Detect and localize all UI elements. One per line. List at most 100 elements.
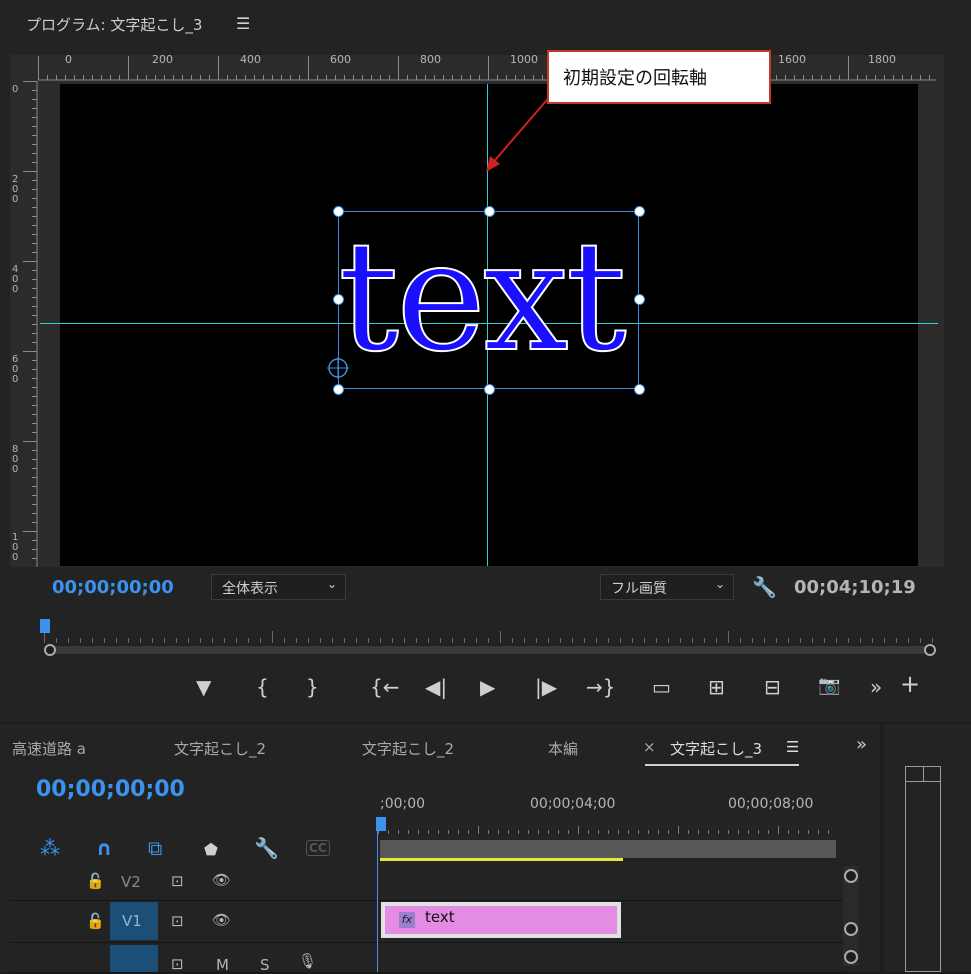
tab-menu-icon[interactable]: ☰ xyxy=(786,738,799,756)
ruler-left: 0 200 400 600 800 100 xyxy=(10,81,38,567)
export-frame-camera-icon[interactable]: 📷 xyxy=(818,675,840,696)
ruler-top-label: 0 xyxy=(65,53,72,66)
timeline-ruler-label: 00;00;08;00 xyxy=(728,796,814,812)
more-buttons-icon[interactable]: » xyxy=(870,675,882,699)
panel-title: プログラム: 文字起こし_3 xyxy=(26,16,203,34)
mute-button[interactable]: M xyxy=(216,956,229,974)
ruler-left-label: 800 xyxy=(12,444,19,475)
program-playhead[interactable] xyxy=(40,619,50,633)
tab-timeline-active[interactable]: 文字起こし_3 xyxy=(670,738,762,759)
program-duration: 00;04;10;19 xyxy=(794,577,916,598)
step-back-button[interactable]: ◀| xyxy=(425,675,447,699)
chevron-down-icon: ⌄ xyxy=(714,577,725,591)
ruler-left-label: 100 xyxy=(12,532,19,563)
ruler-top-label: 600 xyxy=(330,53,351,66)
transform-handle[interactable] xyxy=(333,384,344,395)
captions-cc-icon[interactable]: CC xyxy=(306,840,330,856)
snap-nest-icon[interactable]: ⁂ xyxy=(40,836,60,860)
work-area-bar[interactable] xyxy=(380,840,836,858)
add-marker-icon[interactable]: ⬟ xyxy=(204,840,218,859)
linked-selection-icon[interactable]: ⧉ xyxy=(148,836,162,860)
active-tab-indicator xyxy=(645,764,799,766)
fx-badge-icon: fx xyxy=(399,912,415,928)
ruler-top: 0 200 400 600 800 1000 1600 1800 xyxy=(38,53,936,81)
zoom-scrollbar-handle-right[interactable] xyxy=(924,644,936,656)
add-marker-button[interactable]: ▼ xyxy=(196,675,211,699)
transform-handle[interactable] xyxy=(484,384,495,395)
ruler-top-label: 1800 xyxy=(868,53,896,66)
panel-menu-icon[interactable]: ☰ xyxy=(236,14,250,33)
track-audio-target[interactable] xyxy=(110,945,158,972)
eye-icon[interactable]: 👁 xyxy=(212,871,231,889)
mark-in-button[interactable]: { xyxy=(256,675,269,699)
play-button[interactable]: ▶ xyxy=(480,675,495,699)
eye-icon[interactable]: 👁 xyxy=(212,911,231,929)
tab-timeline[interactable]: 本編 xyxy=(548,738,578,759)
timeline-ruler[interactable] xyxy=(378,820,838,836)
tab-timeline[interactable]: 高速道路 a xyxy=(12,738,86,759)
program-scrub-ruler[interactable] xyxy=(44,625,936,647)
go-to-in-button[interactable]: {← xyxy=(370,675,399,699)
step-forward-button[interactable]: |▶ xyxy=(535,675,557,699)
timeline-playhead[interactable] xyxy=(376,817,386,831)
chevron-down-icon: ⌄ xyxy=(326,577,337,591)
audio-meter xyxy=(905,766,941,972)
lift-button[interactable]: ▭ xyxy=(652,675,671,699)
transform-handle[interactable] xyxy=(333,206,344,217)
track-v2-label[interactable]: V2 xyxy=(121,873,141,891)
ruler-left-label: 400 xyxy=(12,264,19,295)
transform-handle[interactable] xyxy=(634,294,645,305)
ruler-top-label: 800 xyxy=(420,53,441,66)
timeline-timecode[interactable]: 00;00;00;00 xyxy=(36,777,185,802)
mark-out-button[interactable]: } xyxy=(306,675,319,699)
scrollbar-handle-bottom[interactable] xyxy=(844,922,858,936)
ruler-left-label: 0 xyxy=(12,84,19,95)
transform-handle[interactable] xyxy=(333,294,344,305)
timeline-ruler-label: 00;00;04;00 xyxy=(530,796,616,812)
sync-lock-icon[interactable]: ⊡ xyxy=(171,912,184,930)
extract-button[interactable]: ⊞ xyxy=(708,675,725,699)
sync-lock-icon[interactable]: ⊡ xyxy=(171,955,184,973)
settings-wrench-icon[interactable]: 🔧 xyxy=(752,575,777,599)
transform-bounding-box[interactable] xyxy=(338,211,639,389)
anchor-point-icon[interactable] xyxy=(326,356,350,380)
ruler-top-label: 1600 xyxy=(778,53,806,66)
zoom-level-value: 全体表示 xyxy=(222,581,278,597)
track-lock-icon[interactable]: 🔓 xyxy=(86,912,105,930)
timeline-clip[interactable]: fx text xyxy=(381,902,621,938)
clip-body: fx text xyxy=(385,906,617,934)
playback-quality-select[interactable]: フル画質 ⌄ xyxy=(600,574,734,600)
ruler-top-label: 1000 xyxy=(510,53,538,66)
ruler-left-label: 600 xyxy=(12,354,19,385)
scrollbar-handle[interactable] xyxy=(844,950,858,964)
solo-button[interactable]: S xyxy=(260,956,270,974)
ruler-top-label: 400 xyxy=(240,53,261,66)
meter-peak-left xyxy=(906,767,924,782)
button-editor-add-icon[interactable]: + xyxy=(900,670,920,698)
clip-label: text xyxy=(425,908,455,926)
more-tabs-icon[interactable]: » xyxy=(856,734,867,755)
zoom-scrollbar-handle-left[interactable] xyxy=(44,644,56,656)
transform-handle[interactable] xyxy=(484,206,495,217)
snap-magnet-icon[interactable]: ∩ xyxy=(96,836,112,860)
render-status-bar xyxy=(380,858,623,861)
zoom-scrollbar[interactable] xyxy=(44,646,930,654)
callout-box: 初期設定の回転軸 xyxy=(547,50,771,104)
go-to-out-button[interactable]: →} xyxy=(586,675,615,699)
track-v1-label[interactable]: V1 xyxy=(122,912,142,930)
sync-lock-icon[interactable]: ⊡ xyxy=(171,872,184,890)
playback-quality-value: フル画質 xyxy=(611,581,667,597)
tab-timeline[interactable]: 文字起こし_2 xyxy=(174,738,266,759)
track-lock-icon[interactable]: 🔓 xyxy=(86,872,105,890)
transform-handle[interactable] xyxy=(634,384,645,395)
tab-close-icon[interactable]: × xyxy=(643,738,656,756)
program-timecode[interactable]: 00;00;00;00 xyxy=(52,577,174,598)
zoom-level-select[interactable]: 全体表示 ⌄ xyxy=(211,574,346,600)
microphone-icon[interactable]: 🎙 xyxy=(298,952,317,970)
timeline-playhead-line[interactable] xyxy=(377,818,378,972)
tab-timeline[interactable]: 文字起こし_2 xyxy=(362,738,454,759)
overwrite-button[interactable]: ⊟ xyxy=(764,675,781,699)
transform-handle[interactable] xyxy=(634,206,645,217)
scrollbar-handle-top[interactable] xyxy=(844,869,858,883)
timeline-settings-wrench-icon[interactable]: 🔧 xyxy=(254,836,279,860)
